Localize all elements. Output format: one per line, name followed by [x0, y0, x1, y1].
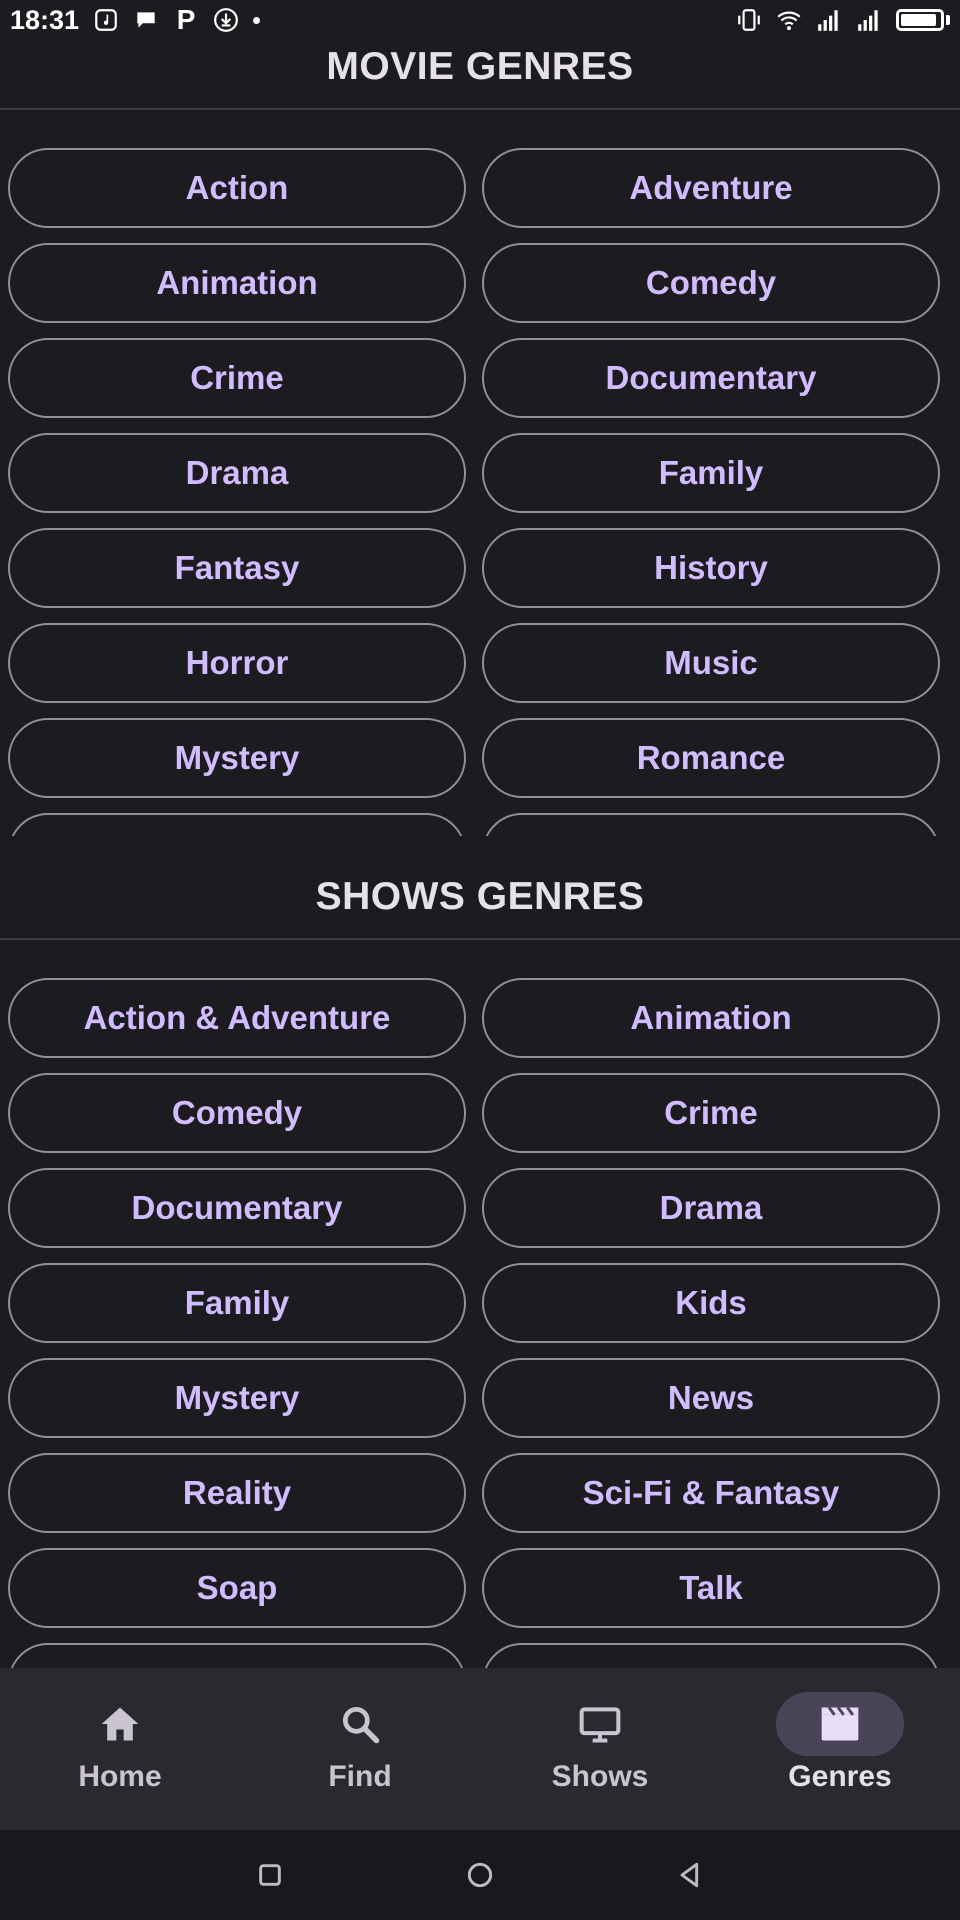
status-bar: 18:31 P	[0, 0, 960, 40]
battery-icon	[896, 9, 944, 31]
nav-label-shows: Shows	[551, 1760, 649, 1793]
shows-genre-chip-action-adventure[interactable]: Action & Adventure	[8, 978, 466, 1058]
music-app-icon	[93, 7, 119, 33]
download-icon	[213, 7, 239, 33]
vibrate-icon	[736, 7, 762, 33]
shows-genre-chip-kids[interactable]: Kids	[482, 1263, 940, 1343]
search-icon	[296, 1692, 424, 1756]
signal-icon	[856, 7, 882, 33]
movie-genre-chip-fantasy[interactable]: Fantasy	[8, 528, 466, 608]
battery-tip	[946, 15, 950, 25]
movie-genre-chip-family[interactable]: Family	[482, 433, 940, 513]
movie-divider	[0, 108, 960, 110]
movie-genre-chip-drama[interactable]: Drama	[8, 433, 466, 513]
shows-genre-chip-family[interactable]: Family	[8, 1263, 466, 1343]
movie-genre-grid: Action Adventure Animation Comedy Crime Docum…	[8, 148, 940, 836]
movie-genre-chip-horror[interactable]: Horror	[8, 623, 466, 703]
shows-genre-chip-partial-14[interactable]	[8, 1643, 466, 1668]
shows-divider	[0, 938, 960, 940]
status-right	[736, 7, 950, 33]
shows-genre-chip-talk[interactable]: Talk	[482, 1548, 940, 1628]
home-circle-icon[interactable]	[460, 1855, 500, 1895]
shows-genre-grid: Action & Adventure Animation Comedy Crime Do…	[8, 978, 940, 1668]
shows-genre-chip-drama[interactable]: Drama	[482, 1168, 940, 1248]
nav-item-find[interactable]: Find	[240, 1668, 480, 1830]
shows-genre-chip-sci-fi-fantasy[interactable]: Sci-Fi & Fantasy	[482, 1453, 940, 1533]
movie-genre-chip-animation[interactable]: Animation	[8, 243, 466, 323]
nav-item-genres[interactable]: Genres	[720, 1668, 960, 1830]
shows-genres-title: SHOWS GENRES	[315, 875, 645, 918]
nav-item-home[interactable]: Home	[0, 1668, 240, 1830]
movie-genre-chip-adventure[interactable]: Adventure	[482, 148, 940, 228]
movie-genre-chip-documentary[interactable]: Documentary	[482, 338, 940, 418]
movie-genre-chip-comedy[interactable]: Comedy	[482, 243, 940, 323]
movie-genre-chip-music[interactable]: Music	[482, 623, 940, 703]
shows-genre-chip-comedy[interactable]: Comedy	[8, 1073, 466, 1153]
tv-icon	[536, 1692, 664, 1756]
status-left: 18:31 P	[10, 4, 261, 36]
movie-genre-chip-romance[interactable]: Romance	[482, 718, 940, 798]
notification-dot	[253, 16, 261, 24]
wifi-icon	[776, 7, 802, 33]
home-icon	[56, 1692, 184, 1756]
shows-genre-chip-animation[interactable]: Animation	[482, 978, 940, 1058]
movie-clapper-icon	[776, 1692, 904, 1756]
chat-icon	[133, 7, 159, 33]
movie-genre-chip-action[interactable]: Action	[8, 148, 466, 228]
shows-genre-chip-soap[interactable]: Soap	[8, 1548, 466, 1628]
shows-genre-chip-partial-15[interactable]	[482, 1643, 940, 1668]
movie-genre-chip-partial-15[interactable]	[482, 813, 940, 836]
shows-genre-chip-mystery[interactable]: Mystery	[8, 1358, 466, 1438]
movie-genre-chip-crime[interactable]: Crime	[8, 338, 466, 418]
back-icon[interactable]	[670, 1855, 710, 1895]
shows-genre-chip-documentary[interactable]: Documentary	[8, 1168, 466, 1248]
signal-icon	[816, 7, 842, 33]
movie-genre-chip-mystery[interactable]: Mystery	[8, 718, 466, 798]
system-navigation-bar	[0, 1830, 960, 1920]
shows-genre-chip-news[interactable]: News	[482, 1358, 940, 1438]
nav-label-genres: Genres	[788, 1760, 892, 1793]
movie-genre-chip-partial-14[interactable]	[8, 813, 466, 836]
nav-label-find: Find	[328, 1760, 392, 1793]
p-app-icon: P	[176, 4, 196, 35]
shows-genre-chip-reality[interactable]: Reality	[8, 1453, 466, 1533]
nav-item-shows[interactable]: Shows	[480, 1668, 720, 1830]
bottom-navigation: Home Find Shows Genres	[0, 1668, 960, 1830]
nav-label-home: Home	[78, 1760, 162, 1793]
movie-genres-title: MOVIE GENRES	[326, 45, 634, 88]
movie-genre-chip-history[interactable]: History	[482, 528, 940, 608]
shows-genre-chip-crime[interactable]: Crime	[482, 1073, 940, 1153]
recents-icon[interactable]	[250, 1855, 290, 1895]
status-time: 18:31	[10, 4, 80, 35]
